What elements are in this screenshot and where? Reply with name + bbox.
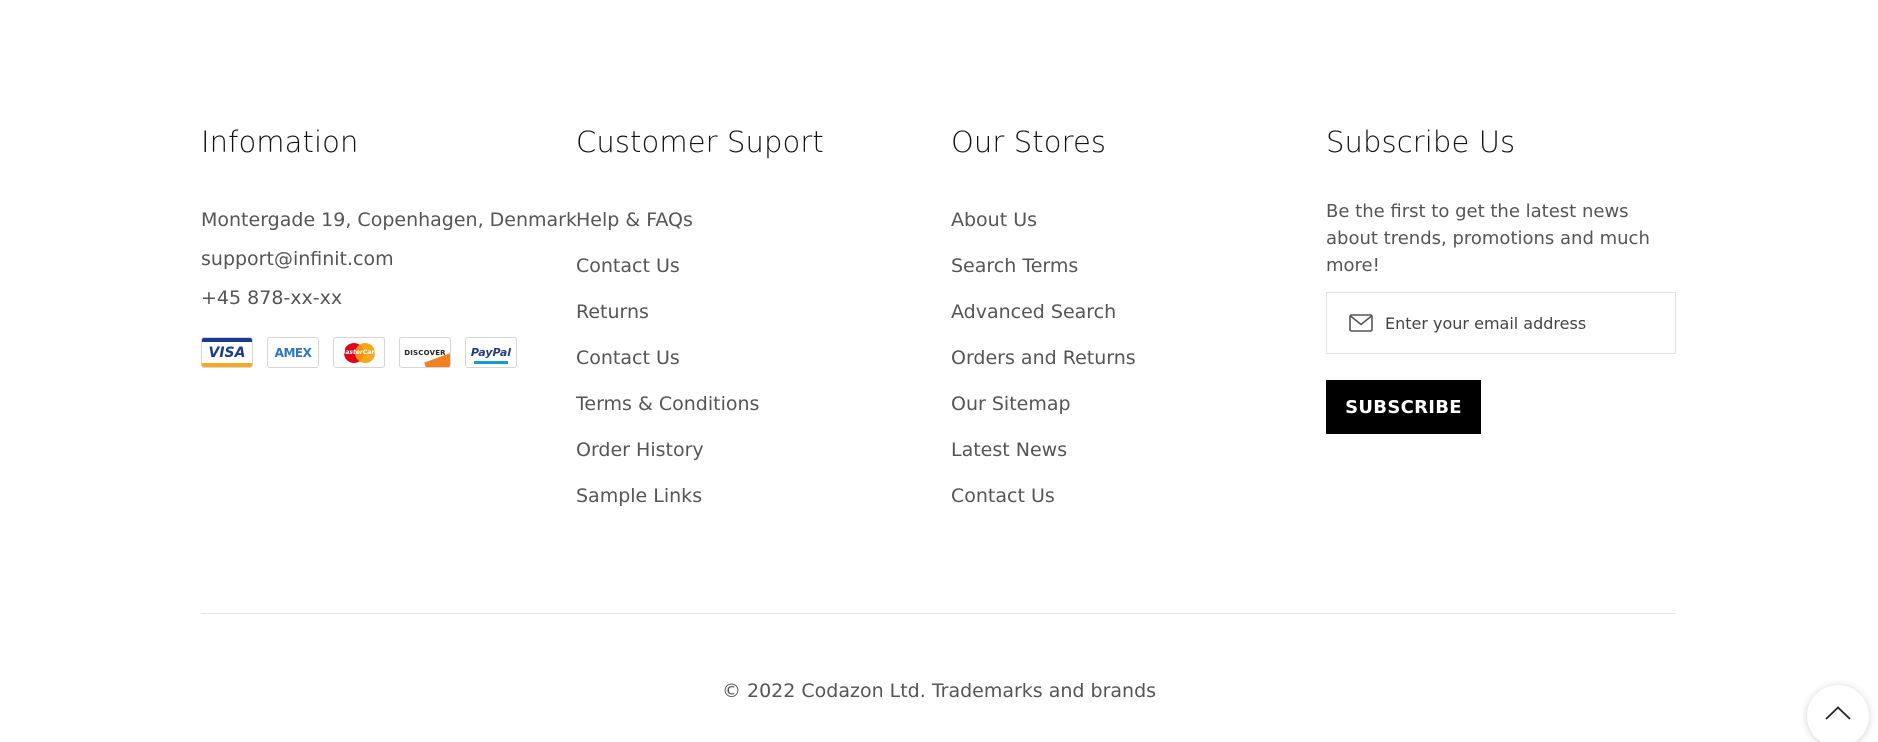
link-about-us[interactable]: About Us bbox=[951, 208, 1311, 232]
link-sitemap[interactable]: Our Sitemap bbox=[951, 392, 1311, 416]
link-terms-conditions[interactable]: Terms & Conditions bbox=[576, 392, 936, 416]
stores-title: Our Stores bbox=[951, 125, 1107, 159]
link-contact-us-stores[interactable]: Contact Us bbox=[951, 484, 1311, 508]
visa-card-icon: VISA bbox=[201, 337, 253, 368]
subscribe-column: Subscribe Us Be the first to get the lat… bbox=[1326, 122, 1676, 434]
link-search-terms[interactable]: Search Terms bbox=[951, 254, 1311, 278]
copyright-text: © 2022 Codazon Ltd. Trademarks and brand… bbox=[721, 680, 1157, 702]
subscribe-button[interactable]: SUBSCRIBE bbox=[1326, 380, 1481, 434]
support-links: Help & FAQs Contact Us Returns Contact U… bbox=[576, 208, 936, 508]
address-text: Montergade 19, Copenhagen, Denmark bbox=[201, 209, 577, 231]
footer-divider bbox=[201, 613, 1676, 614]
link-latest-news[interactable]: Latest News bbox=[951, 438, 1311, 462]
payment-methods: VISA AMEX MasterCard DISCOVER PayPal bbox=[201, 337, 561, 368]
customer-support-column: Customer Suport Help & FAQs Contact Us R… bbox=[576, 122, 936, 530]
support-title: Customer Suport bbox=[576, 125, 824, 159]
link-returns[interactable]: Returns bbox=[576, 300, 936, 324]
info-title: Infomation bbox=[201, 125, 359, 159]
mail-icon bbox=[1349, 314, 1373, 332]
subscribe-description: Be the first to get the latest news abou… bbox=[1326, 201, 1650, 276]
chevron-up-icon bbox=[1825, 705, 1851, 724]
link-help-faqs[interactable]: Help & FAQs bbox=[576, 208, 936, 232]
support-email-text: support@infinit.com bbox=[201, 248, 394, 270]
link-order-history[interactable]: Order History bbox=[576, 438, 936, 462]
site-footer: Infomation Montergade 19, Copenhagen, De… bbox=[0, 0, 1878, 742]
info-column: Infomation Montergade 19, Copenhagen, De… bbox=[201, 122, 577, 368]
link-contact-us[interactable]: Contact Us bbox=[576, 254, 936, 278]
back-to-top-button[interactable] bbox=[1807, 685, 1869, 742]
link-advanced-search[interactable]: Advanced Search bbox=[951, 300, 1311, 324]
paypal-card-icon: PayPal bbox=[465, 337, 517, 368]
stores-links: About Us Search Terms Advanced Search Or… bbox=[951, 208, 1311, 508]
discover-card-icon: DISCOVER bbox=[399, 337, 451, 368]
amex-card-icon: AMEX bbox=[267, 337, 319, 368]
phone-text: +45 878-xx-xx bbox=[201, 287, 343, 309]
subscribe-title: Subscribe Us bbox=[1326, 125, 1516, 159]
mastercard-card-icon: MasterCard bbox=[333, 337, 385, 368]
our-stores-column: Our Stores About Us Search Terms Advance… bbox=[951, 122, 1311, 530]
contact-info: Montergade 19, Copenhagen, Denmark suppo… bbox=[201, 208, 577, 310]
link-contact-us-2[interactable]: Contact Us bbox=[576, 346, 936, 370]
email-input[interactable] bbox=[1385, 313, 1655, 333]
email-field-wrapper[interactable] bbox=[1326, 292, 1676, 354]
link-orders-returns[interactable]: Orders and Returns bbox=[951, 346, 1311, 370]
link-sample-links[interactable]: Sample Links bbox=[576, 484, 936, 508]
